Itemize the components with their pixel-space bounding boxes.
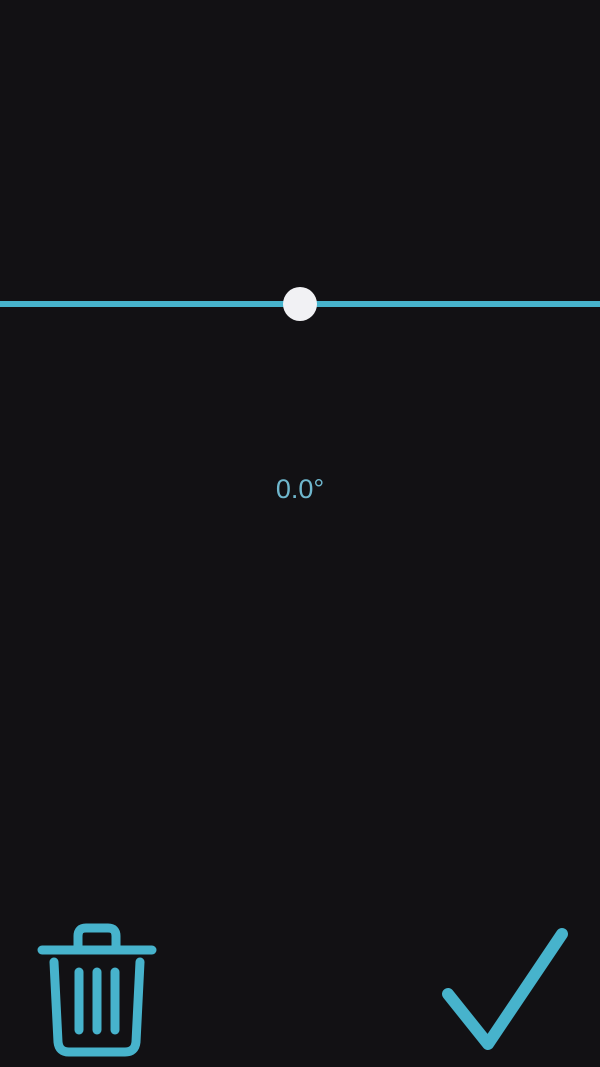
confirm-button[interactable] (438, 926, 570, 1054)
delete-button[interactable] (36, 922, 158, 1058)
checkmark-icon (442, 928, 568, 1050)
rotation-slider[interactable] (0, 284, 600, 324)
trash-icon (37, 923, 157, 1057)
angle-readout: 0.0° (275, 474, 325, 504)
rotation-editor-screen: 0.0° (0, 0, 600, 1067)
slider-thumb[interactable] (283, 287, 317, 321)
